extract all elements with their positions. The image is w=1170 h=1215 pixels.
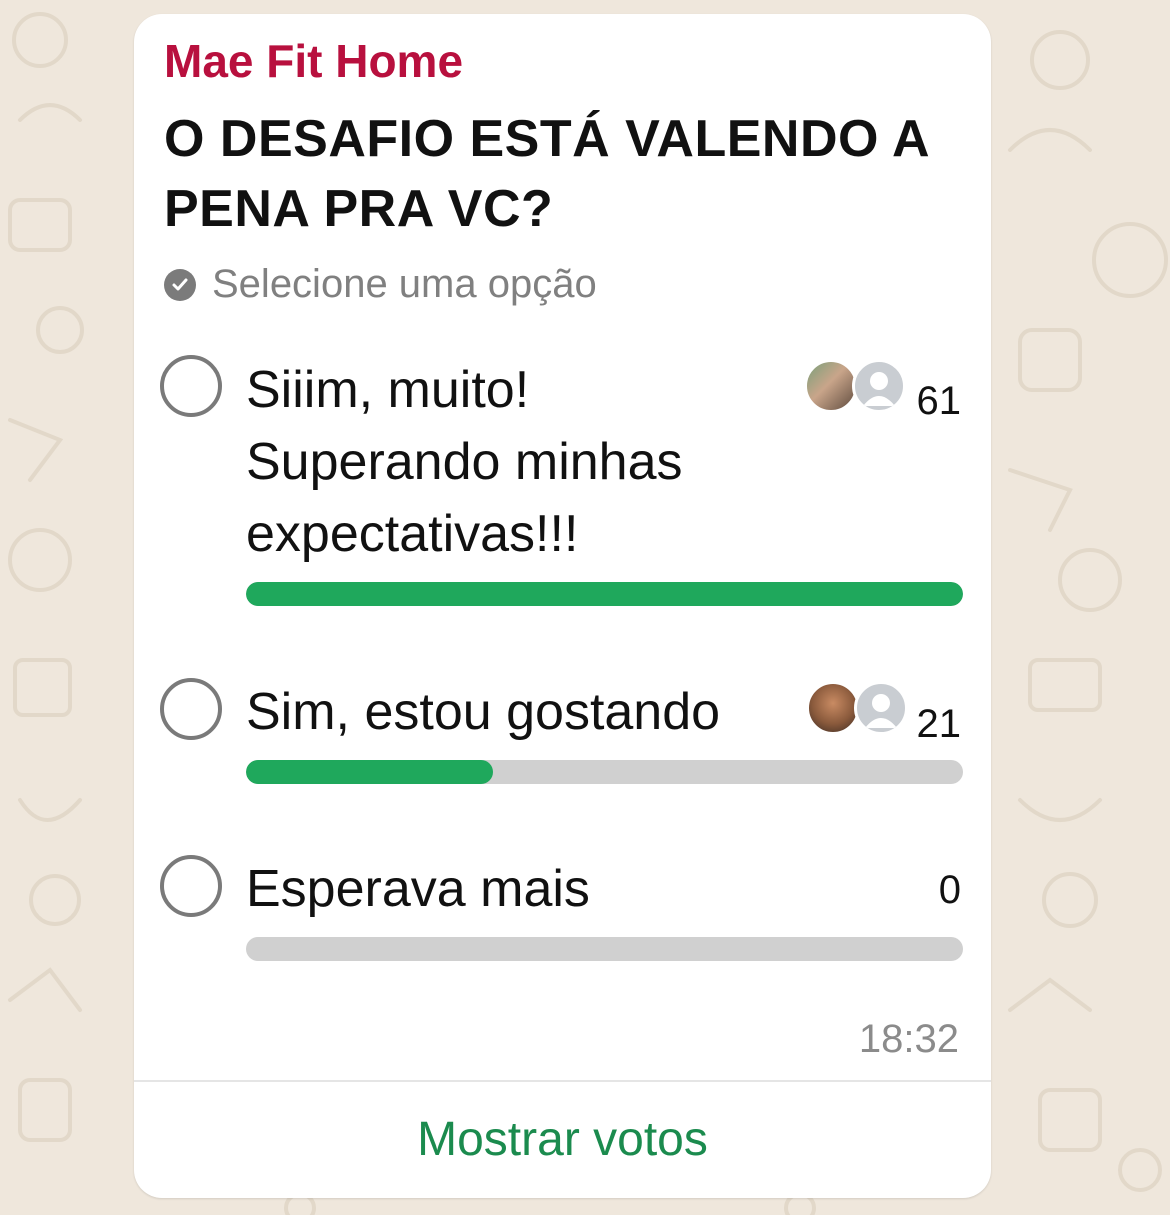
poll-option-label: Siiim, muito! Superando minhas expectati… bbox=[246, 354, 683, 570]
poll-question: O DESAFIO ESTÁ VALENDO A PENA PRA VC? bbox=[164, 110, 929, 238]
message-timestamp: 18:32 bbox=[858, 1017, 959, 1061]
vote-count: 61 bbox=[916, 379, 962, 423]
vote-progress-fill bbox=[246, 760, 493, 784]
avatar bbox=[806, 681, 860, 735]
sender-name[interactable]: Mae Fit Home bbox=[164, 34, 463, 88]
default-avatar-icon bbox=[854, 681, 908, 735]
poll-option-1[interactable]: Siiim, muito! Superando minhas expectati… bbox=[134, 349, 991, 609]
vote-progress-bar bbox=[246, 582, 963, 606]
radio-icon[interactable] bbox=[160, 355, 222, 417]
poll-option-2[interactable]: Sim, estou gostando 21 bbox=[134, 674, 991, 794]
vote-count: 21 bbox=[916, 702, 962, 746]
vote-progress-fill bbox=[246, 582, 963, 606]
poll-option-label-line: expectativas!!! bbox=[246, 505, 579, 563]
show-votes-button[interactable]: Mostrar votos bbox=[134, 1112, 991, 1167]
voter-avatars[interactable] bbox=[804, 359, 906, 413]
vote-progress-bar bbox=[246, 760, 963, 784]
poll-option-label: Esperava mais bbox=[246, 853, 590, 925]
vote-progress-bar bbox=[246, 937, 963, 961]
poll-option-label-line: Esperava mais bbox=[246, 860, 590, 918]
poll-option-label-line: Superando minhas bbox=[246, 433, 683, 491]
poll-option-label: Sim, estou gostando bbox=[246, 676, 720, 748]
poll-message-bubble: Mae Fit Home O DESAFIO ESTÁ VALENDO A PE… bbox=[134, 14, 991, 1198]
poll-hint: Selecione uma opção bbox=[164, 262, 597, 307]
poll-hint-text: Selecione uma opção bbox=[212, 262, 597, 306]
radio-icon[interactable] bbox=[160, 678, 222, 740]
voter-avatars[interactable] bbox=[806, 681, 908, 735]
check-circle-icon bbox=[164, 268, 196, 301]
poll-option-3[interactable]: Esperava mais 0 bbox=[134, 851, 991, 971]
divider bbox=[134, 1080, 991, 1082]
poll-option-label-line: Siiim, muito! bbox=[246, 361, 530, 419]
avatar bbox=[804, 359, 858, 413]
default-avatar-icon bbox=[852, 359, 906, 413]
radio-icon[interactable] bbox=[160, 855, 222, 917]
vote-count: 0 bbox=[938, 868, 961, 912]
poll-option-label-line: Sim, estou gostando bbox=[246, 683, 721, 741]
